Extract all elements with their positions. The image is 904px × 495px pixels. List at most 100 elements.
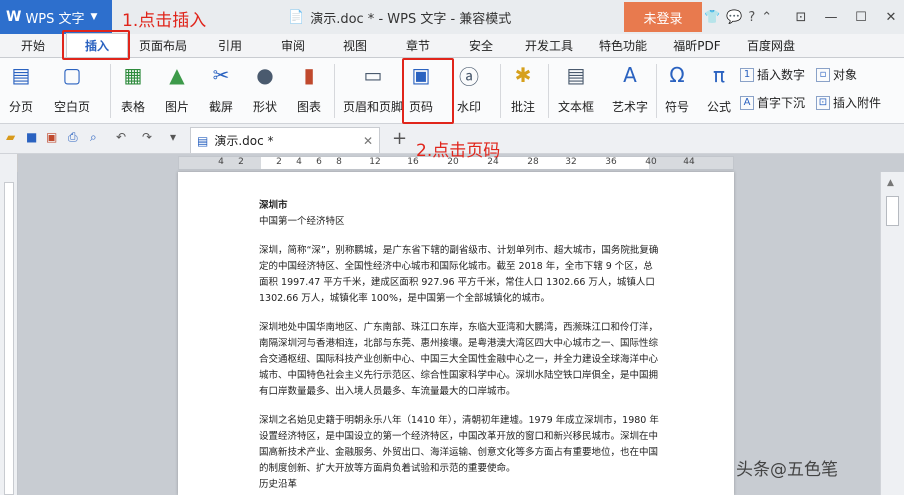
object-label: 对象: [833, 68, 858, 82]
comment-button[interactable]: ✱ 批注: [510, 62, 536, 115]
blank-page-button[interactable]: ▢ 空白页: [54, 62, 90, 115]
open-folder-icon[interactable]: ▰: [6, 130, 15, 144]
wordart-button[interactable]: A 艺术字: [612, 62, 648, 115]
tab-baidu-netdisk[interactable]: 百度网盘: [734, 33, 808, 57]
insert-attachment-label: 插入附件: [833, 96, 882, 110]
header-footer-button[interactable]: ▭ 页眉和页脚: [343, 62, 403, 115]
help-icon[interactable]: ?: [748, 10, 755, 25]
drop-cap-label: 首字下沉: [757, 96, 806, 110]
vertical-scrollbar[interactable]: ▲: [880, 172, 904, 495]
insert-number-label: 插入数字: [757, 68, 806, 82]
screenshot-button[interactable]: ✂ 截屏: [208, 62, 234, 115]
symbol-label: 符号: [664, 100, 689, 114]
page-break-button[interactable]: ▤ 分页: [8, 62, 34, 115]
tab-review[interactable]: 审阅: [262, 33, 324, 57]
table-button[interactable]: ▦ 表格: [120, 62, 146, 115]
tab-references[interactable]: 引用: [198, 33, 262, 57]
highlight-insert-tab: [62, 30, 130, 60]
customize-dropdown-icon[interactable]: ▾: [170, 130, 176, 144]
print-icon[interactable]: ⎙: [68, 130, 78, 145]
paragraph: 深圳，简称“深”，别称鹏城，是广东省下辖的副省级市、计划单列市、超大城市，国务院…: [259, 245, 659, 304]
save-icon[interactable]: ■: [26, 130, 37, 144]
textbox-button[interactable]: ▤ 文本框: [558, 62, 594, 115]
pi-icon: π: [712, 63, 726, 87]
document-icon: 📄: [288, 10, 305, 25]
scrollbar-thumb[interactable]: [886, 196, 899, 226]
tab-special[interactable]: 特色功能: [586, 33, 660, 57]
tab-page-layout[interactable]: 页面布局: [128, 33, 198, 57]
ruler-tick: 36: [605, 157, 617, 167]
ruler-tick: 44: [683, 157, 695, 167]
shirt-icon[interactable]: 👕: [704, 10, 720, 25]
ruler-tick: 2: [238, 157, 244, 167]
chevron-up-icon[interactable]: ⌃: [761, 10, 772, 25]
tab-security[interactable]: 安全: [450, 33, 512, 57]
insert-attachment-button[interactable]: ⊡ 插入附件: [816, 94, 881, 111]
page-break-label: 分页: [8, 100, 33, 114]
login-button[interactable]: 未登录: [624, 2, 702, 32]
textbox-icon: ▤: [566, 63, 586, 87]
tab-chapter[interactable]: 章节: [386, 33, 450, 57]
print-preview-icon[interactable]: ⌕: [90, 130, 97, 145]
paragraph: 深圳地处中国华南地区、广东南部、珠江口东岸，东临大亚湾和大鹏湾，西濒珠江口和伶仃…: [259, 322, 659, 397]
undo-icon[interactable]: ↶: [116, 130, 126, 144]
insert-number-button[interactable]: 1 插入数字: [740, 66, 805, 83]
document-subtitle: 中国第一个经济特区: [259, 216, 345, 227]
ruler-tick: 4: [218, 157, 224, 167]
ruler-tick: 40: [645, 157, 657, 167]
redo-icon[interactable]: ↷: [142, 130, 152, 144]
maximize-icon[interactable]: ☐: [846, 0, 876, 34]
document-icon: ▤: [197, 133, 209, 148]
wordart-label: 艺术字: [612, 100, 649, 114]
vertical-ruler-body: [4, 182, 14, 495]
close-tab-icon[interactable]: ✕: [363, 134, 373, 148]
app-menu-button[interactable]: W WPS 文字 ▼: [0, 0, 112, 34]
document-tab-label: 演示.doc *: [214, 134, 274, 148]
annotation-step1: 1.点击插入: [122, 11, 207, 31]
tab-developer[interactable]: 开发工具: [512, 33, 586, 57]
watermark-icon: ⓐ: [459, 64, 479, 89]
scroll-up-icon[interactable]: ▲: [887, 178, 894, 188]
drop-cap-button[interactable]: A 首字下沉: [740, 94, 805, 111]
document-page[interactable]: 深圳市 中国第一个经济特区 深圳，简称“深”，别称鹏城，是广东省下辖的副省级市、…: [178, 172, 734, 495]
tab-start[interactable]: 开始: [0, 33, 66, 57]
minimize-icon[interactable]: —: [816, 0, 846, 34]
chart-label: 图表: [296, 100, 321, 114]
picture-icon: ▲: [169, 63, 185, 87]
blank-page-icon: ▢: [62, 63, 82, 87]
annotation-step2: 2.点击页码: [416, 141, 501, 161]
object-button[interactable]: ▫ 对象: [816, 66, 857, 83]
divider: [334, 64, 335, 118]
comment-icon: ✱: [514, 63, 532, 87]
export-pdf-icon[interactable]: ▣: [46, 130, 57, 144]
screenshot-label: 截屏: [208, 100, 233, 114]
wordart-icon: A: [623, 63, 637, 87]
ruler-tick: 6: [316, 157, 322, 167]
formula-button[interactable]: π 公式: [706, 62, 732, 115]
watermark-button[interactable]: ⓐ 水印: [456, 62, 482, 115]
ribbon-tabs: 开始 插入 页面布局 引用 审阅 视图 章节 安全 开发工具 特色功能 福昕PD…: [0, 33, 904, 58]
chart-button[interactable]: ▮ 图表: [296, 62, 322, 115]
tab-view[interactable]: 视图: [324, 33, 386, 57]
shape-button[interactable]: ● 形状: [252, 62, 278, 115]
symbol-button[interactable]: Ω 符号: [664, 62, 690, 115]
chat-icon[interactable]: 💬: [726, 10, 742, 25]
chart-icon: ▮: [303, 63, 315, 87]
window-title: 📄 演示.doc * - WPS 文字 - 兼容模式: [288, 8, 511, 27]
document-tab[interactable]: ▤ 演示.doc * ✕: [190, 127, 380, 153]
window-title-text: 演示.doc * - WPS 文字 - 兼容模式: [310, 12, 512, 27]
restore-icon[interactable]: ⊡: [786, 0, 816, 34]
ruler-tick: 2: [276, 157, 282, 167]
divider: [656, 64, 657, 118]
window-controls: ⊡ — ☐ ✕: [786, 0, 904, 34]
new-tab-button[interactable]: +: [392, 128, 407, 149]
tab-foxit-pdf[interactable]: 福昕PDF: [660, 33, 734, 57]
ruler-tick: 28: [527, 157, 539, 167]
object-icon: ▫: [816, 67, 830, 82]
picture-button[interactable]: ▲ 图片: [164, 62, 190, 115]
document-body[interactable]: 深圳市 中国第一个经济特区 深圳，简称“深”，别称鹏城，是广东省下辖的副省级市、…: [259, 198, 659, 493]
close-icon[interactable]: ✕: [876, 0, 904, 34]
picture-label: 图片: [164, 100, 189, 114]
vertical-ruler[interactable]: [0, 172, 18, 495]
textbox-label: 文本框: [558, 100, 595, 114]
